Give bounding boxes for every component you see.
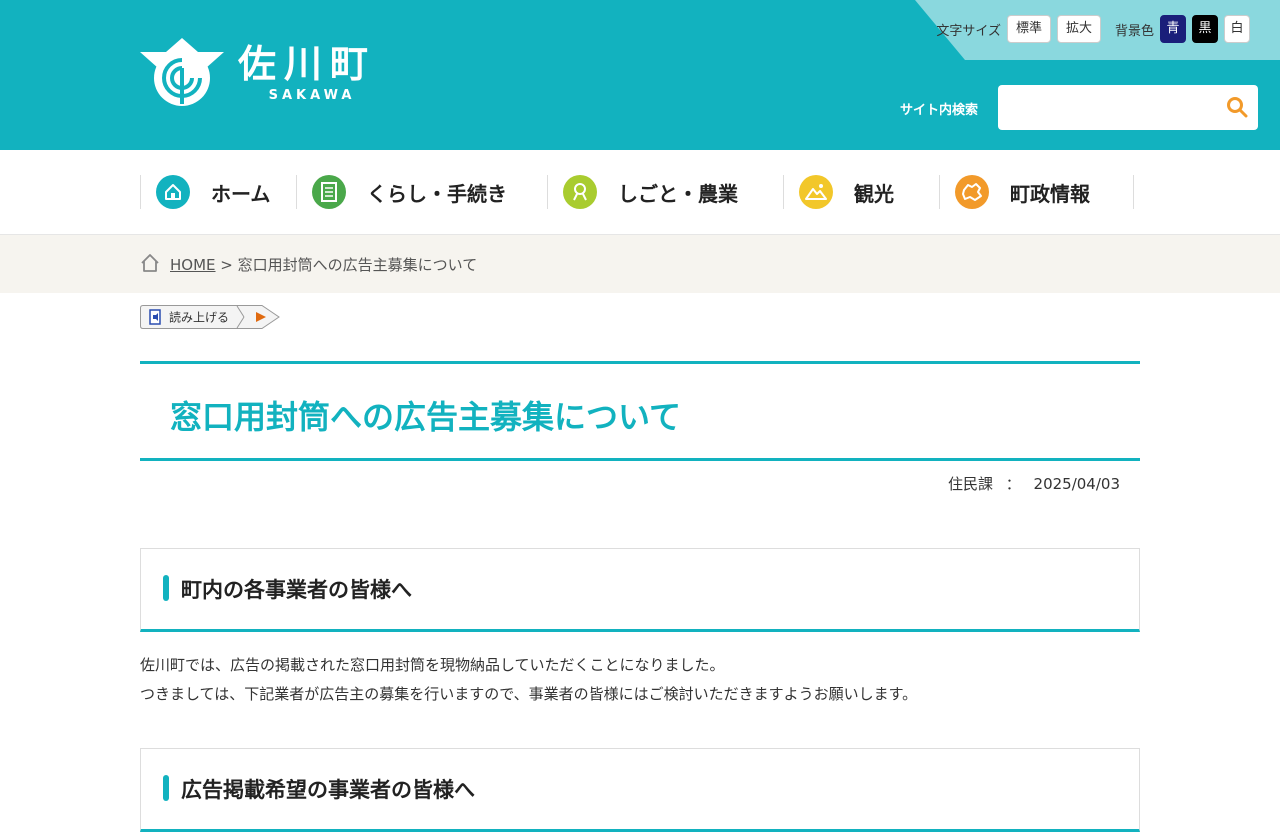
nav-item-tourism[interactable]: 観光 [783, 175, 939, 209]
nav-label: しごと・農業 [618, 181, 738, 206]
department: 住民課 [947, 475, 993, 493]
heading-accent-bar [163, 575, 169, 601]
section-heading-box: 広告掲載希望の事業者の皆様へ [140, 748, 1140, 832]
page-title-box: 窓口用封筒への広告主募集について [140, 361, 1140, 461]
nav-label: 町政情報 [1010, 181, 1090, 206]
home-icon [141, 254, 159, 272]
site-header: 佐川町 SAKAWA 文字サイズ 標準 拡大 背景色 青 黒 白 サイト内検索 [0, 0, 1280, 150]
person-icon [563, 175, 597, 209]
heading-accent-bar [163, 775, 169, 801]
breadcrumb: HOME > 窓口用封筒への広告主募集について [0, 235, 1280, 293]
meta-separator: ： [1005, 475, 1021, 493]
bg-black-button[interactable]: 黒 [1192, 15, 1218, 43]
body-line: 佐川町では、広告の掲載された窓口用封筒を現物納品していただくことになりました。 [140, 656, 725, 674]
breadcrumb-home-link[interactable]: HOME [170, 256, 216, 274]
logo-text: 佐川町 SAKAWA [238, 38, 376, 103]
nav-item-work[interactable]: しごと・農業 [547, 175, 783, 209]
breadcrumb-separator: > [220, 256, 233, 274]
breadcrumb-current: 窓口用封筒への広告主募集について [237, 256, 478, 274]
nav-item-government[interactable]: 町政情報 [939, 175, 1134, 209]
logo-english: SAKAWA [268, 88, 356, 103]
mountain-icon [799, 175, 833, 209]
bg-white-button[interactable]: 白 [1224, 15, 1250, 43]
search-icon[interactable] [1226, 96, 1248, 118]
town-map-icon [955, 175, 989, 209]
nav-label: ホーム [211, 181, 271, 206]
nav-item-living[interactable]: くらし・手続き [296, 175, 547, 209]
read-aloud-button[interactable]: 読み上げる [140, 305, 280, 329]
accessibility-tools: 文字サイズ 標準 拡大 背景色 青 黒 白 [936, 15, 1256, 43]
logo-japanese: 佐川町 [238, 42, 377, 86]
nav-item-home[interactable]: ホーム [140, 175, 296, 209]
site-logo[interactable]: 佐川町 SAKAWA [140, 38, 376, 110]
read-aloud-label: 読み上げる [169, 310, 229, 325]
breadcrumb-text: HOME > 窓口用封筒への広告主募集について [170, 254, 477, 275]
bg-blue-button[interactable]: 青 [1160, 15, 1186, 43]
section-heading-box: 町内の各事業者の皆様へ [140, 548, 1140, 632]
page-title: 窓口用封筒への広告主募集について [170, 398, 682, 436]
publish-date: 2025/04/03 [1033, 475, 1120, 493]
font-large-button[interactable]: 拡大 [1056, 15, 1101, 43]
font-standard-button[interactable]: 標準 [1006, 15, 1051, 43]
bg-color-label: 背景色 [1114, 23, 1154, 39]
body-text: 佐川町では、広告の掲載された窓口用封筒を現物納品していただくことになりました。 … [140, 651, 917, 709]
search-label: サイト内検索 [900, 103, 979, 118]
home-icon [156, 175, 190, 209]
search-box [998, 85, 1258, 130]
global-nav: ホーム くらし・手続き しごと・農業 観光 町政情報 [0, 150, 1280, 235]
page-meta: 住民課 ： 2025/04/03 [948, 473, 1120, 494]
search-input[interactable] [1008, 85, 1212, 130]
document-icon [312, 175, 346, 209]
body-line: つきましては、下記業者が広告主の募集を行いますので、事業者の皆様にはご検討いただ… [140, 685, 918, 703]
section-heading: 町内の各事業者の皆様へ [181, 578, 412, 602]
nav-label: くらし・手続き [367, 181, 507, 206]
font-size-label: 文字サイズ [936, 23, 1001, 39]
town-emblem-icon [140, 38, 224, 106]
nav-label: 観光 [854, 181, 894, 206]
